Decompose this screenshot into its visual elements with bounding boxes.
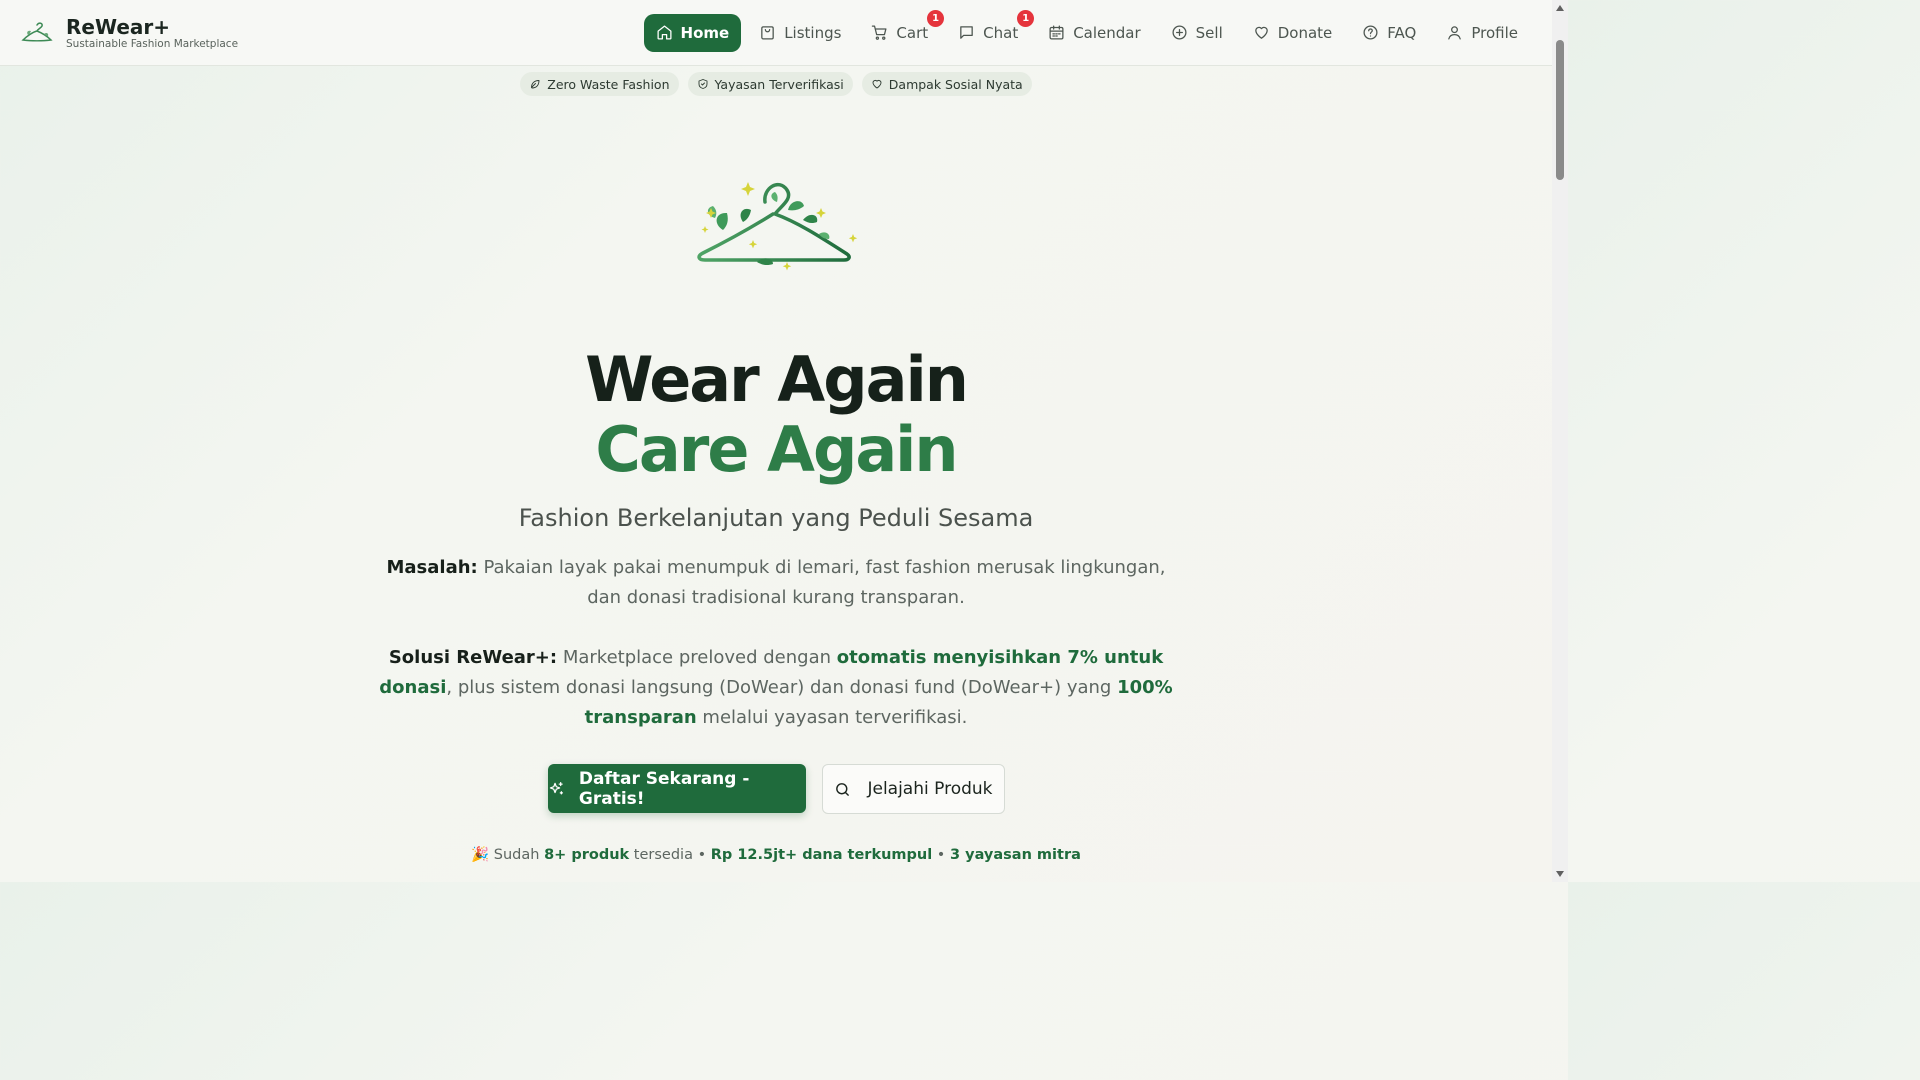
solution-text: , plus sistem donasi langsung (DoWear) d… [446, 677, 1118, 698]
pill-verified: Yayasan Terverifikasi [687, 72, 853, 96]
search-icon [836, 782, 850, 796]
solution-label: Solusi ReWear+: [388, 647, 558, 668]
stats-text: • [932, 847, 950, 863]
hero-title-line1: Wear Again [585, 343, 969, 416]
nav-cart-label: Cart [896, 23, 929, 42]
pill-label: Yayasan Terverifikasi [714, 76, 844, 92]
cart-badge: 1 [927, 9, 945, 27]
stats-text: Sudah [493, 847, 545, 863]
nav-chat-label: Chat [983, 23, 1019, 42]
nav-faq-label: FAQ [1387, 23, 1417, 42]
solution-text: Marketplace preloved dengan [562, 647, 837, 668]
heart-icon [1254, 26, 1268, 39]
nav-calendar[interactable]: Calendar [1036, 14, 1152, 52]
chat-icon [960, 26, 973, 39]
shield-check-icon [698, 79, 707, 89]
nav-calendar-label: Calendar [1073, 23, 1141, 42]
chat-badge: 1 [1017, 9, 1035, 27]
nav-listings[interactable]: Listings [747, 14, 853, 52]
pill-impact: Dampak Sosial Nyata [861, 72, 1032, 96]
nav-donate-label: Donate [1277, 23, 1333, 42]
explore-products-button[interactable]: Jelajahi Produk [822, 764, 1005, 814]
stats-partners: 3 yayasan mitra [949, 847, 1081, 863]
nav-profile[interactable]: Profile [1434, 14, 1530, 52]
brand-name: ReWear+ [66, 14, 170, 39]
register-button[interactable]: Daftar Sekarang - Gratis! [548, 764, 806, 813]
hero-title-line2: Care Again [595, 413, 958, 486]
register-button-label: Daftar Sekarang - Gratis! [578, 768, 750, 809]
nav-donate[interactable]: Donate [1241, 14, 1345, 52]
nav-home-label: Home [680, 23, 730, 42]
nav-cart[interactable]: Cart 1 [859, 9, 945, 52]
brand-tagline: Sustainable Fashion Marketplace [66, 37, 239, 50]
scroll-thumb[interactable] [1556, 40, 1564, 180]
stats-products: 8+ produk [544, 847, 630, 863]
nav-sell-label: Sell [1195, 23, 1223, 42]
stats-line: 🎉 Sudah 8+ produk tersedia • Rp 12.5jt+ … [0, 846, 1552, 863]
nav-listings-label: Listings [784, 23, 842, 42]
scroll-down-arrow-icon[interactable] [1556, 871, 1564, 877]
plus-circle-icon [1172, 25, 1187, 40]
problem-paragraph: Masalah: Pakaian layak pakai menumpuk di… [376, 553, 1176, 613]
leaf-icon [531, 80, 540, 89]
sparkles-icon [549, 781, 564, 795]
problem-text: Pakaian layak pakai menumpuk di lemari, … [483, 557, 1166, 608]
pill-zero-waste: Zero Waste Fashion [520, 72, 679, 96]
pill-label: Zero Waste Fashion [547, 76, 670, 92]
help-circle-icon [1363, 25, 1378, 40]
home-icon [657, 25, 672, 40]
nav-sell[interactable]: Sell [1159, 14, 1235, 52]
pill-label: Dampak Sosial Nyata [888, 76, 1023, 92]
hanger-leaf-logo-icon [21, 21, 53, 41]
top-nav-bar: ReWear+ Sustainable Fashion Marketplace … [0, 0, 1552, 66]
scroll-up-arrow-icon[interactable] [1556, 5, 1564, 11]
user-icon [1448, 26, 1462, 40]
solution-paragraph: Solusi ReWear+: Marketplace preloved den… [376, 643, 1176, 733]
solution-text: melalui yayasan terverifikasi. [696, 707, 968, 728]
nav-profile-label: Profile [1471, 23, 1518, 42]
page-scrollbar[interactable] [1552, 0, 1568, 882]
cart-icon [872, 25, 887, 40]
hanger-leaf-logo-icon [697, 182, 858, 271]
feature-pills: Zero Waste Fashion Yayasan Terverifikasi… [0, 72, 1552, 96]
problem-label: Masalah: [386, 557, 478, 578]
stats-text: tersedia • [629, 847, 711, 863]
hero-subtitle: Fashion Berkelanjutan yang Peduli Sesama [518, 504, 1034, 532]
nav-chat[interactable]: Chat 1 [946, 9, 1035, 52]
calendar-icon [1049, 25, 1064, 40]
brand[interactable]: ReWear+ Sustainable Fashion Marketplace [20, 16, 238, 50]
nav-home[interactable]: Home [643, 13, 742, 52]
main-nav: Home Listings Cart 1 Chat 1 Calendar Sel… [643, 9, 1530, 52]
explore-button-label: Jelajahi Produk [867, 779, 993, 799]
heart-icon [872, 79, 882, 89]
bag-icon [761, 26, 774, 40]
party-icon: 🎉 [471, 847, 490, 863]
stats-funds: Rp 12.5jt+ dana terkumpul [710, 847, 933, 863]
nav-faq[interactable]: FAQ [1350, 14, 1428, 52]
